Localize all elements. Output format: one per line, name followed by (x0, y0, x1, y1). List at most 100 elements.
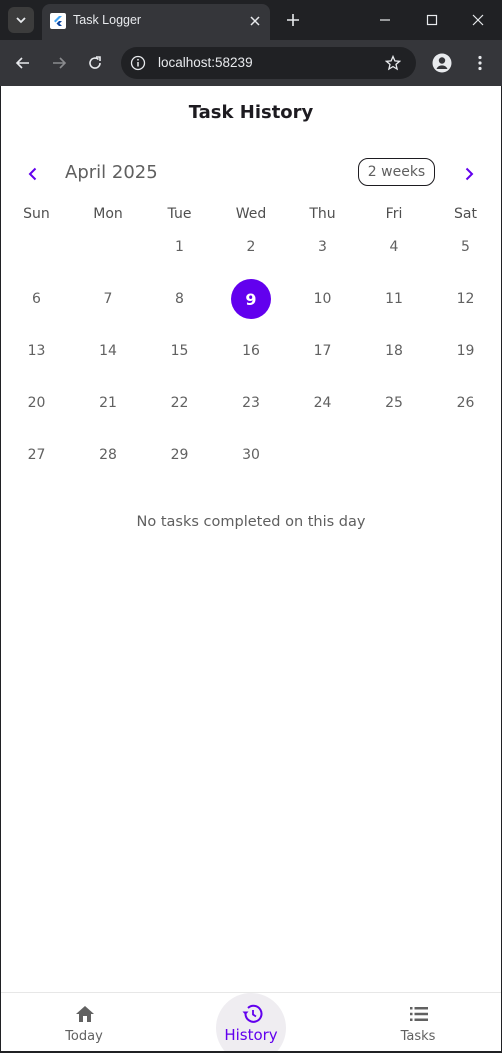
weekday-label: Thu (309, 206, 336, 222)
calendar-day[interactable]: 22 (156, 379, 204, 427)
menu-kebab-icon[interactable] (468, 51, 492, 75)
bookmark-star-icon[interactable] (384, 54, 402, 72)
calendar-day[interactable]: 18 (370, 327, 418, 375)
calendar-day[interactable]: 14 (84, 327, 132, 375)
calendar-day-number: 26 (456, 395, 475, 411)
minimize-icon[interactable] (362, 0, 408, 40)
calendar-day-number: 3 (318, 239, 327, 255)
calendar-day-number: 18 (385, 343, 403, 359)
calendar-day[interactable]: 1 (156, 223, 204, 271)
calendar-day[interactable]: 21 (84, 379, 132, 427)
calendar-day-number: 10 (313, 291, 332, 307)
calendar-day-number: 4 (389, 239, 399, 255)
tab-title: Task Logger (73, 13, 142, 27)
nav-item-history[interactable]: History (168, 993, 334, 1051)
calendar-day[interactable]: 13 (13, 327, 61, 375)
calendar-format-button[interactable]: 2 weeks (358, 158, 435, 186)
weekday-label: Fri (385, 206, 403, 222)
calendar-day[interactable]: 20 (13, 379, 61, 427)
back-arrow-icon[interactable] (11, 51, 35, 75)
browser-toolbar: localhost:58239 (0, 40, 502, 86)
chevron-left-icon[interactable] (23, 164, 43, 184)
reload-icon[interactable] (83, 51, 107, 75)
bottom-navigation: Today History Tasks (1, 992, 501, 1051)
calendar-day-number: 6 (32, 291, 41, 307)
calendar-day[interactable]: 26 (442, 379, 490, 427)
tab-close-icon[interactable] (246, 12, 264, 30)
calendar-day[interactable]: 25 (370, 379, 418, 427)
nav-label-history: History (224, 1026, 278, 1044)
page-title: Task History (188, 102, 314, 123)
tab-search-button[interactable] (8, 7, 34, 33)
calendar-day-number: 12 (456, 291, 475, 307)
profile-avatar-icon[interactable] (429, 50, 455, 76)
calendar-day[interactable]: 16 (227, 327, 275, 375)
calendar-day[interactable]: 4 (370, 223, 418, 271)
calendar-day-number: 16 (242, 343, 260, 359)
site-info-icon[interactable] (130, 55, 146, 71)
calendar-day-number: 14 (99, 343, 117, 359)
weekday-label: Mon (93, 206, 123, 222)
chevron-down-icon (16, 17, 26, 24)
calendar-day-number: 15 (170, 343, 189, 359)
maximize-icon[interactable] (409, 0, 455, 40)
window-close-icon[interactable] (455, 0, 501, 40)
calendar-day-number: 25 (385, 395, 403, 411)
forward-arrow-icon[interactable] (47, 51, 71, 75)
calendar-day[interactable]: 8 (156, 275, 204, 323)
app-viewport: Task History April 2025 2 weeks Sun Mon Tu… (1, 86, 501, 1051)
nav-label-tasks: Tasks (400, 1029, 436, 1044)
calendar-day-number: 1 (175, 239, 184, 255)
calendar-day[interactable]: 17 (299, 327, 347, 375)
calendar-day-number: 23 (242, 395, 260, 411)
calendar-day-number: 24 (313, 395, 332, 411)
calendar-day-number: 21 (99, 395, 117, 411)
list-icon (408, 1003, 430, 1025)
flutter-icon (50, 13, 66, 29)
calendar-day[interactable]: 7 (84, 275, 132, 323)
calendar-day-number: 28 (99, 447, 117, 463)
calendar-day[interactable]: 27 (13, 431, 61, 479)
calendar-day[interactable]: 10 (299, 275, 347, 323)
calendar-day-number: 11 (385, 291, 403, 307)
calendar-day-number: 9 (245, 289, 257, 309)
weekday-label: Sat (454, 206, 477, 222)
calendar-day-number: 27 (27, 447, 46, 463)
calendar-day[interactable]: 6 (13, 275, 61, 323)
url-text: localhost:58239 (158, 55, 253, 70)
calendar-day-number: 8 (175, 291, 184, 307)
calendar-day-number: 29 (170, 447, 189, 463)
weekday-label: Tue (167, 206, 192, 222)
home-icon (74, 1003, 96, 1025)
browser-tabstrip: Task Logger (0, 0, 502, 40)
calendar-day-number: 2 (246, 239, 256, 255)
nav-item-tasks[interactable]: Tasks (335, 993, 501, 1051)
calendar-day-number: 20 (27, 395, 46, 411)
new-tab-plus-icon[interactable] (283, 10, 303, 30)
calendar-grid: 1 2 3 4 5 6 7 8 9 10 11 12 13 14 15 16 17 18 19 20 21 22 23 24 2… (1, 222, 501, 482)
history-icon (241, 1003, 263, 1025)
calendar-day[interactable]: 15 (156, 327, 204, 375)
calendar-day[interactable]: 19 (442, 327, 490, 375)
address-bar[interactable]: localhost:58239 (121, 47, 416, 79)
calendar-day[interactable]: 28 (84, 431, 132, 479)
calendar-day-number: 22 (170, 395, 189, 411)
calendar-day[interactable]: 29 (156, 431, 204, 479)
weekday-label: Wed (235, 206, 267, 222)
calendar-day[interactable]: 3 (299, 223, 347, 271)
calendar-day[interactable]: 30 (227, 431, 275, 479)
calendar-day[interactable]: 24 (299, 379, 347, 427)
calendar-day[interactable]: 2 (227, 223, 275, 271)
calendar-day[interactable]: 5 (442, 223, 490, 271)
month-label: April 2025 (65, 162, 158, 183)
calendar-day[interactable]: 23 (227, 379, 275, 427)
empty-state-message: No tasks completed on this day (136, 514, 366, 530)
calendar-day[interactable]: 12 (442, 275, 490, 323)
chevron-right-icon[interactable] (459, 164, 479, 184)
calendar-header: April 2025 2 weeks (1, 156, 501, 192)
browser-tab[interactable]: Task Logger (42, 4, 270, 40)
nav-item-today[interactable]: Today (1, 993, 167, 1051)
calendar-day[interactable]: 11 (370, 275, 418, 323)
calendar-day-selected[interactable]: 9 (227, 275, 275, 323)
calendar-day-number: 19 (456, 343, 475, 359)
